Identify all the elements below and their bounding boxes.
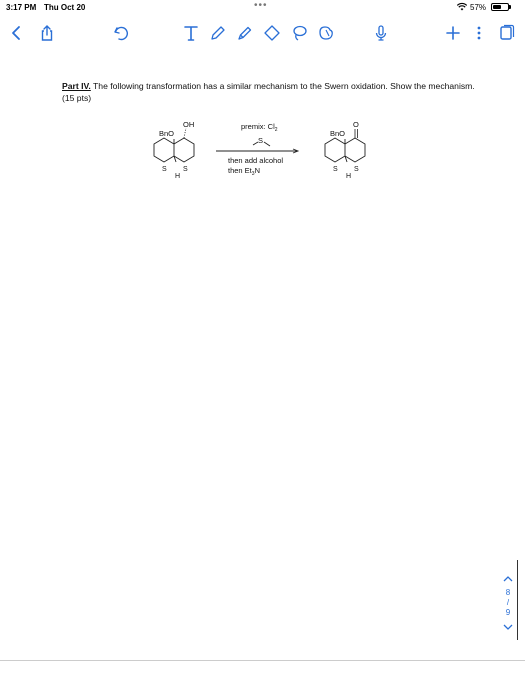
product-s-right: S [354,166,359,173]
page-separator: / [506,598,510,607]
product-structure: BnO O S S H [324,120,366,180]
product-o: O [353,120,359,129]
reactant-s-right: S [183,166,188,173]
reactant-bno: BnO [159,129,174,138]
total-pages-number: 9 [505,608,511,617]
undo-icon[interactable] [110,22,132,44]
reactant-h: H [175,173,180,180]
multitask-dots-icon[interactable]: ••• [254,0,268,11]
chevron-up-icon[interactable] [503,574,513,584]
battery-percentage: 57% [470,3,487,12]
more-icon[interactable] [468,22,490,44]
product-bno: BnO [330,129,345,138]
battery-icon [491,3,509,11]
reactant-s-left: S [162,166,167,173]
arrow-reagent-s: S [258,136,263,145]
add-icon[interactable] [442,22,464,44]
wifi-icon [457,2,467,11]
share-icon[interactable] [36,22,58,44]
page-bottom-divider [0,660,525,661]
back-icon[interactable] [6,22,28,44]
toolbar [0,18,525,48]
arrow-add-alcohol-label: then add alcohol [228,156,283,165]
status-date: Thu Oct 20 [44,3,86,12]
status-bar: 3:17 PM Thu Oct 20 ••• 57% [0,0,525,14]
current-page-number: 8 [505,588,511,597]
reactant-oh: OH [183,120,194,129]
product-s-left: S [333,166,338,173]
page-navigator: 8 / 9 [500,574,516,634]
pen-icon[interactable] [207,22,229,44]
page-scroll-rule [517,560,518,640]
chevron-down-icon[interactable] [503,622,513,632]
text-tool-icon[interactable] [180,22,202,44]
reactant-structure: BnO OH S S H [153,120,195,180]
shapes-icon[interactable] [315,22,337,44]
pages-icon[interactable] [495,22,517,44]
question-text: Part IV. The following transformation ha… [62,80,482,104]
part-label: Part IV. [62,81,91,91]
microphone-icon[interactable] [370,22,392,44]
question-instruction: The following transformation has a simil… [62,81,475,103]
battery-tip [509,5,511,9]
lasso-icon[interactable] [288,22,310,44]
reaction-scheme: BnO OH S S H premix: Cl2 S then add alco… [153,120,366,180]
status-time: 3:17 PM [6,3,37,12]
highlighter-icon[interactable] [234,22,256,44]
eraser-icon[interactable] [261,22,283,44]
product-h: H [346,173,351,180]
arrow-premix-label: premix: Cl2 [241,122,278,133]
reaction-arrow-group: premix: Cl2 S then add alcohol then Et3N [216,122,300,177]
arrow-et3n-label: then Et3N [228,166,260,177]
